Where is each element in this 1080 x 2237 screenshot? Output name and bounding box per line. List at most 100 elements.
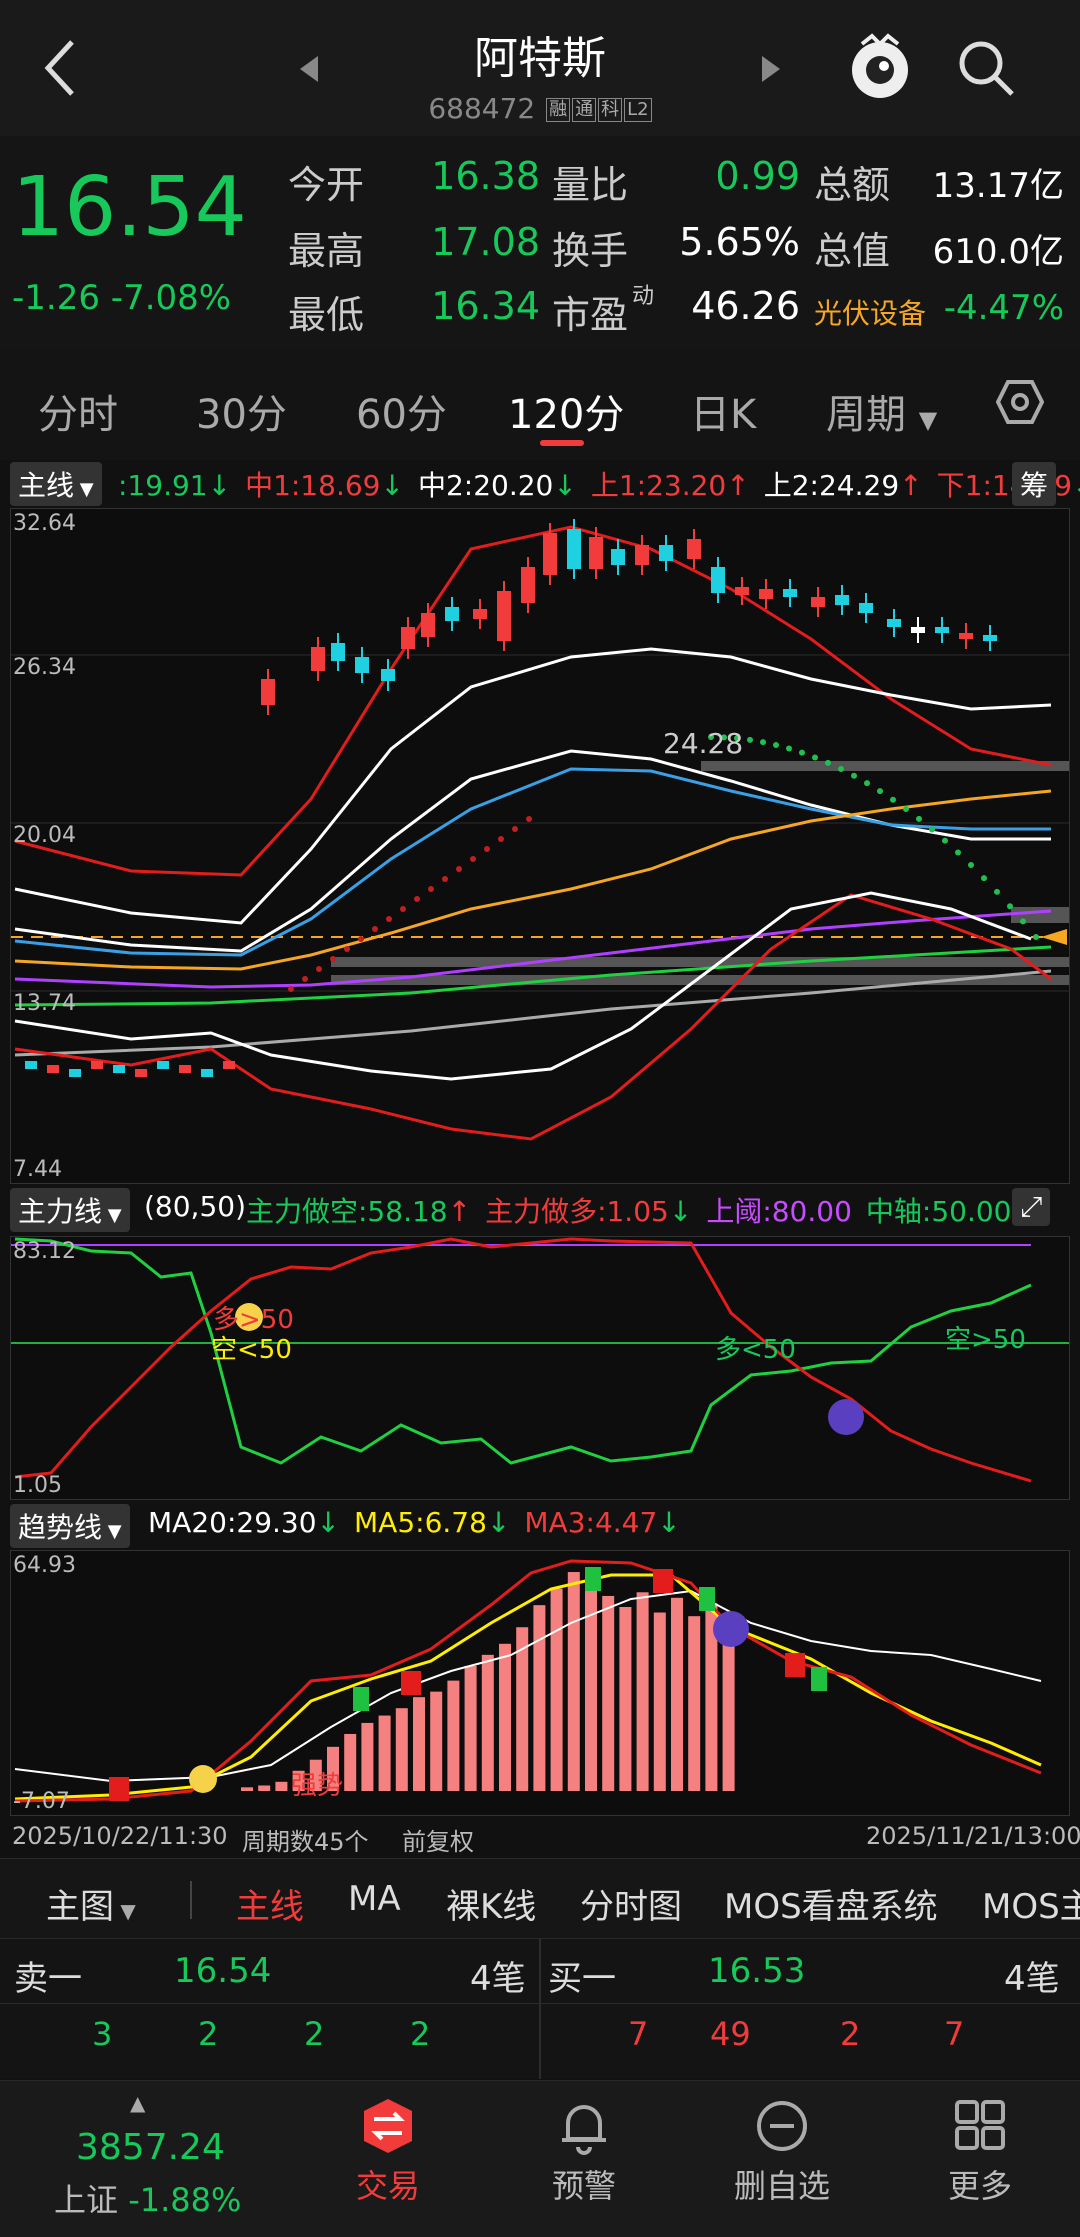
- quote-value: 16.34: [431, 284, 540, 328]
- buy-signal-marker: [109, 1777, 129, 1801]
- legend-arrow: ↑: [899, 469, 923, 502]
- candle-body: [47, 1065, 59, 1073]
- nav-remove-watchlist[interactable]: 删自选: [692, 2097, 872, 2207]
- menu-mos-main[interactable]: MOS主: [982, 1879, 1080, 1928]
- candle-body: [859, 603, 873, 613]
- sell-lot: 2: [304, 2015, 325, 2053]
- main-legend: 主线 ▼ :19.91↓ 中1:18.69↓ 中2:20.20↓ 上1:23.20↑ 上…: [10, 462, 1080, 506]
- candle-body: [983, 635, 997, 641]
- chip-distribution-button[interactable]: 筹: [1012, 462, 1057, 506]
- nav-alert[interactable]: 预警: [494, 2097, 674, 2207]
- menu-main-chart[interactable]: 主图 ▼: [46, 1879, 136, 1928]
- tab-daily-k[interactable]: 日K: [690, 382, 756, 440]
- buy-one-count: 4笔: [1004, 1959, 1060, 1999]
- force-y-max: 83.12: [13, 1239, 76, 1264]
- trend-legend: 趋势线 ▼ MA20:29.30↓ MA5:6.78↓ MA3:4.47↓: [10, 1504, 1080, 1548]
- force-chart-panel[interactable]: 83.12 1.05 多>50 空<50 多<50 空>50: [10, 1236, 1070, 1500]
- ma-orange-line: [14, 789, 1052, 971]
- quote-label: 市盈: [552, 293, 629, 337]
- support-band: [331, 957, 1069, 967]
- period-tabs: 分时 30分 60分 120分 日K 周期 ▼: [0, 350, 1080, 460]
- main-y-label-2: 26.34: [13, 655, 76, 680]
- menu-mainline[interactable]: 主线: [236, 1879, 304, 1928]
- stock-code-line: 688472 融通科 L2: [0, 92, 1080, 125]
- sell-one-price[interactable]: 16.54: [174, 1951, 271, 1991]
- sar-dot: [747, 736, 753, 743]
- strong-trend-label: 强势: [291, 1771, 344, 1801]
- change-percent: -7.08%: [110, 278, 232, 318]
- settings-hexagon-icon[interactable]: [995, 378, 1045, 430]
- legend-text: 中1:18.69: [245, 469, 381, 502]
- buy-one-price[interactable]: 16.53: [708, 1951, 805, 1991]
- nav-trade[interactable]: 交易: [298, 2097, 478, 2207]
- mascot-icon[interactable]: [848, 30, 912, 106]
- buy-lot: 49: [710, 2015, 751, 2053]
- buy-signal-marker: [401, 1671, 421, 1695]
- candle-body: [91, 1061, 103, 1069]
- minus-circle-icon: [754, 2097, 810, 2155]
- candle-body: [711, 567, 725, 593]
- sell-one-label: 卖一: [14, 1959, 82, 1999]
- tab-30min[interactable]: 30分: [196, 382, 287, 440]
- trend-bar: [550, 1588, 563, 1791]
- sar-dot: [358, 936, 364, 942]
- chevron-down-icon: ▼: [102, 1205, 122, 1226]
- buy-signal-marker: [653, 1569, 673, 1593]
- legend-item: 上1:23.20↑: [591, 469, 750, 502]
- tab-timeshare[interactable]: 分时: [38, 382, 118, 440]
- menu-mos-system[interactable]: MOS看盘系统: [724, 1879, 938, 1928]
- sar-dot: [760, 739, 766, 746]
- search-icon[interactable]: [956, 38, 1016, 102]
- sell-signal-marker: [353, 1687, 369, 1711]
- main-chart-panel[interactable]: 32.64 26.34 20.04 13.74 7.44 24.28: [10, 508, 1070, 1184]
- candle-body: [589, 537, 603, 569]
- sar-dot: [484, 846, 490, 852]
- legend-text: MA5:6.78: [354, 1506, 487, 1539]
- sar-dot: [498, 836, 504, 842]
- book-row-divider: [0, 2003, 1080, 2004]
- trend-bar: [275, 1781, 288, 1791]
- tab-120min[interactable]: 120分: [508, 382, 624, 440]
- legend-text: MA20:29.30: [148, 1506, 317, 1539]
- index-widget[interactable]: ▲ 3857.24 上证 -1.88%: [30, 2091, 260, 2231]
- candle-body: [835, 595, 849, 605]
- sar-dot: [288, 986, 294, 992]
- annotation-long-below: 多<50: [715, 1335, 796, 1365]
- trend-indicator-select[interactable]: 趋势线 ▼: [10, 1504, 130, 1548]
- legend-item: 上2:24.29↑: [764, 469, 923, 502]
- sell-signal-marker: [585, 1567, 601, 1591]
- sar-dot: [386, 916, 392, 922]
- legend-item: 中轴:50.00: [866, 1195, 1012, 1228]
- trend-bar: [567, 1572, 580, 1791]
- candle-body: [659, 545, 673, 561]
- legend-item: MA5:6.78↓: [354, 1506, 510, 1539]
- sar-dot: [877, 788, 883, 795]
- change-value: -1.26: [12, 278, 100, 318]
- tag-connect: 通: [572, 98, 597, 122]
- main-indicator-select[interactable]: 主线 ▼: [10, 462, 102, 506]
- buy-lot: 2: [840, 2015, 861, 2053]
- next-stock-icon[interactable]: [760, 56, 780, 86]
- legend-text: 中轴:50.00: [865, 1195, 1012, 1228]
- candle-body: [635, 545, 649, 565]
- nav-more[interactable]: 更多: [890, 2097, 1070, 2207]
- force-indicator-select[interactable]: 主力线 ▼: [10, 1188, 130, 1232]
- legend-arrow: ↓: [668, 1195, 693, 1228]
- menu-bare-k[interactable]: 裸K线: [446, 1879, 536, 1928]
- trend-chart-panel[interactable]: 64.93 -7.07 强势: [10, 1550, 1070, 1816]
- quote-value: 17.08: [431, 220, 540, 264]
- resistance-band: [1011, 907, 1069, 923]
- quote-label: 最高: [288, 229, 365, 273]
- sar-dot: [851, 772, 857, 779]
- menu-timeshare[interactable]: 分时图: [580, 1879, 682, 1928]
- menu-ma[interactable]: MA: [348, 1879, 401, 1919]
- tab-60min[interactable]: 60分: [356, 382, 447, 440]
- sar-dot: [428, 886, 434, 892]
- quote-value: -4.47%: [943, 288, 1064, 328]
- sar-dot: [456, 866, 462, 872]
- trend-bar: [671, 1597, 683, 1791]
- tab-period[interactable]: 周期 ▼: [826, 382, 937, 440]
- legend-arrow: ↓: [486, 1506, 511, 1539]
- candle-body: [521, 567, 535, 603]
- expand-icon[interactable]: ⤢: [1012, 1188, 1051, 1226]
